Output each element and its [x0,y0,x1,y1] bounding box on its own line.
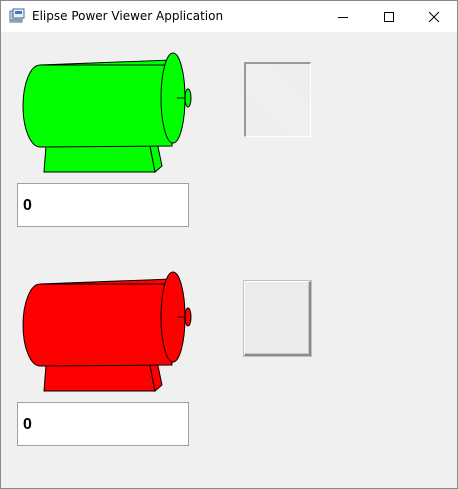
maximize-icon [384,12,394,22]
close-icon [428,11,440,23]
minimize-button[interactable] [320,1,366,32]
minimize-icon [338,17,348,18]
motor-2-value-field[interactable]: 0 [17,402,189,446]
maximize-button[interactable] [366,1,412,32]
motor-2-body [22,278,173,367]
motor-1-toggle-button[interactable] [244,62,311,137]
motor-1-base [43,145,156,173]
motor-1-shaft-cap [184,88,192,108]
app-icon [9,8,25,23]
motor-2-base [43,364,156,392]
close-button[interactable] [411,1,457,32]
motor-2-value: 0 [23,416,32,433]
motor-1-value-field[interactable]: 0 [17,183,189,227]
motor-1-body [22,59,173,148]
motor-2-toggle-button[interactable] [244,281,311,356]
motor-2-graphic[interactable] [19,267,195,393]
motor-1-value: 0 [23,197,32,214]
window-title: Elipse Power Viewer Application [32,9,224,23]
motor-2-shaft-cap [184,307,192,327]
title-bar[interactable]: Elipse Power Viewer Application [1,1,457,32]
motor-1-graphic[interactable] [19,48,195,174]
application-window: Elipse Power Viewer Application 0 0 [0,0,458,489]
